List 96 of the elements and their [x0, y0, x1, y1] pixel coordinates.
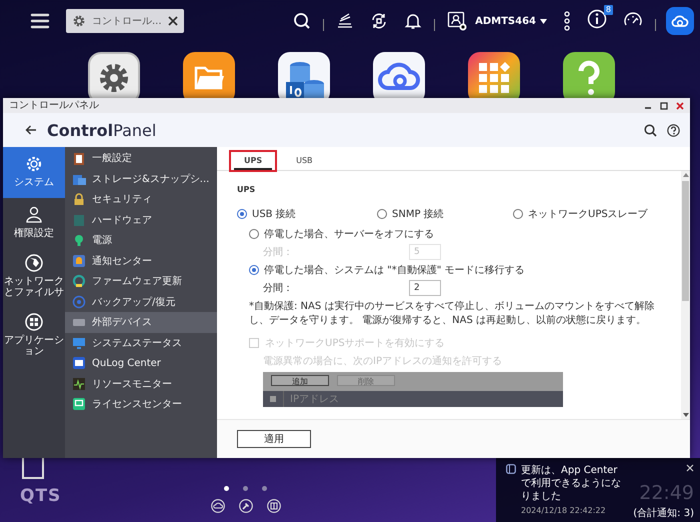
scroll-down-icon[interactable]	[682, 413, 688, 417]
scrollbar[interactable]	[681, 171, 690, 419]
folder-app-icon[interactable]	[183, 52, 235, 98]
bell-icon[interactable]	[404, 12, 422, 30]
hint-text: 電源異常の場合に、次のIPアドレスの通知を許可する	[262, 354, 503, 368]
page-dot[interactable]	[243, 486, 248, 491]
menu-item[interactable]: 通知センター	[65, 250, 217, 271]
cloud-icon[interactable]	[210, 499, 224, 513]
option-label: ネットワークUPSスレーブ	[528, 208, 648, 221]
trash-icon[interactable]	[20, 458, 46, 480]
tools-icon[interactable]	[238, 499, 252, 513]
qts-logo: QTS	[20, 486, 62, 506]
page-dot[interactable]	[224, 486, 229, 491]
database-app-icon[interactable]	[278, 52, 330, 98]
menu-item[interactable]: システムステータス	[65, 332, 217, 353]
field-label: 分間：	[263, 246, 294, 259]
checkbox-label: ネットワークUPSサポートを有効にする	[265, 336, 445, 350]
chart-icon	[72, 376, 86, 391]
lock-icon	[72, 192, 86, 206]
maximize-icon[interactable]	[660, 102, 668, 110]
monitor-icon	[72, 336, 86, 350]
tab[interactable]: USB	[286, 152, 323, 170]
stack-icon[interactable]	[336, 12, 354, 30]
menu-item[interactable]: セキュリティ	[65, 189, 217, 210]
section-title: UPS	[237, 185, 256, 194]
app-update-icon	[506, 464, 516, 474]
minutes-field[interactable]: 2	[409, 280, 441, 296]
menu-item[interactable]: バックアップ/復元	[65, 292, 217, 312]
bell-icon	[72, 254, 86, 268]
radio-button[interactable]	[249, 229, 259, 239]
window-title: コントロールパネル	[9, 99, 100, 113]
back-arrow-icon[interactable]	[25, 125, 37, 135]
cloud-icon	[671, 14, 689, 28]
menu-item[interactable]: 一般設定	[65, 148, 217, 168]
globe-icon	[24, 253, 44, 273]
search-icon[interactable]	[644, 124, 657, 136]
apps-icon	[24, 312, 44, 332]
notification-badge: 8	[604, 5, 613, 15]
menu-item[interactable]: ストレージ&スナップシ...	[65, 168, 217, 189]
bulb-icon	[72, 233, 86, 248]
column-header: IPアドレス	[289, 393, 339, 406]
radio-button[interactable]	[377, 209, 387, 219]
category-item[interactable]: システム	[3, 147, 65, 198]
settings-app-icon[interactable]	[88, 52, 140, 98]
menu-icon[interactable]	[30, 12, 50, 30]
option-label: USB 接続	[252, 208, 296, 221]
notification-message: 更新は、App Center で利用できるようになりました	[521, 464, 622, 503]
search-icon[interactable]	[293, 12, 312, 30]
radio-button[interactable]	[249, 265, 259, 275]
help-icon[interactable]	[667, 124, 680, 136]
category-item[interactable]: アプリケーション	[3, 305, 65, 364]
notification-count: (合計通知: 3)	[633, 506, 694, 520]
settings-icon	[24, 154, 44, 174]
caret-icon	[540, 18, 547, 24]
category-item[interactable]: ネットワークとファイルサ	[3, 246, 65, 305]
menu-item[interactable]: リソースモニター	[65, 374, 217, 394]
menu-item[interactable]: ライセンスセンター	[65, 394, 217, 414]
option-label: SNMP 接続	[392, 208, 444, 221]
user-icon[interactable]	[447, 11, 468, 31]
scrollbar-thumb[interactable]	[682, 181, 689, 301]
cloud-button[interactable]	[666, 7, 694, 35]
license-icon	[72, 397, 86, 412]
note-text: *自動保護: NAS は実行中のサービスをすべて停止し、ボリュームのマウントをすべて解除し、データを守ります。 電源が復帰すると、NAS は再起動し、以前の状態に戻ります。	[249, 300, 656, 328]
help-app-icon[interactable]	[563, 52, 615, 98]
apply-button[interactable]: 適用	[237, 430, 311, 448]
app-title: ControlPanel	[47, 120, 158, 140]
target-icon	[72, 294, 86, 309]
option-label: 停電した場合、システムは "*自動保護" モードに移行する	[264, 264, 525, 277]
user-menu[interactable]: ADMTS464	[475, 16, 547, 26]
app-tab[interactable]: コントロール...	[66, 9, 184, 33]
menu-item[interactable]: 電源	[65, 230, 217, 250]
menu-item[interactable]: 外部デバイス	[65, 312, 217, 332]
menu-item[interactable]: QuLog Center	[65, 353, 217, 374]
field-label: 分間：	[263, 282, 294, 295]
notification-time: 2024/12/18 22:42:22	[521, 506, 607, 515]
radio-button[interactable]	[513, 209, 523, 219]
menu-item[interactable]: ハードウェア	[65, 210, 217, 230]
cloud-app-icon[interactable]	[373, 52, 425, 98]
user-icon	[24, 205, 44, 225]
tab[interactable]: UPS	[234, 152, 272, 170]
clock-text: 22:49	[639, 482, 694, 504]
scroll-up-icon[interactable]	[682, 173, 688, 177]
option-label: 停電した場合、サーバーをオフにする	[264, 228, 434, 241]
info-icon[interactable]	[587, 9, 607, 29]
page-dot[interactable]	[262, 486, 267, 491]
menu-item[interactable]: ファームウェア更新	[65, 271, 217, 292]
grid-app-icon[interactable]	[468, 52, 520, 98]
more-icon[interactable]	[563, 11, 571, 31]
close-icon[interactable]	[168, 16, 178, 26]
sync-icon[interactable]	[370, 12, 388, 30]
window-icon	[72, 356, 86, 370]
book-icon[interactable]	[266, 499, 280, 513]
clipboard-icon	[72, 151, 86, 166]
radio-button[interactable]	[237, 209, 247, 219]
category-item[interactable]: 権限設定	[3, 198, 65, 246]
gear-icon	[72, 14, 86, 28]
